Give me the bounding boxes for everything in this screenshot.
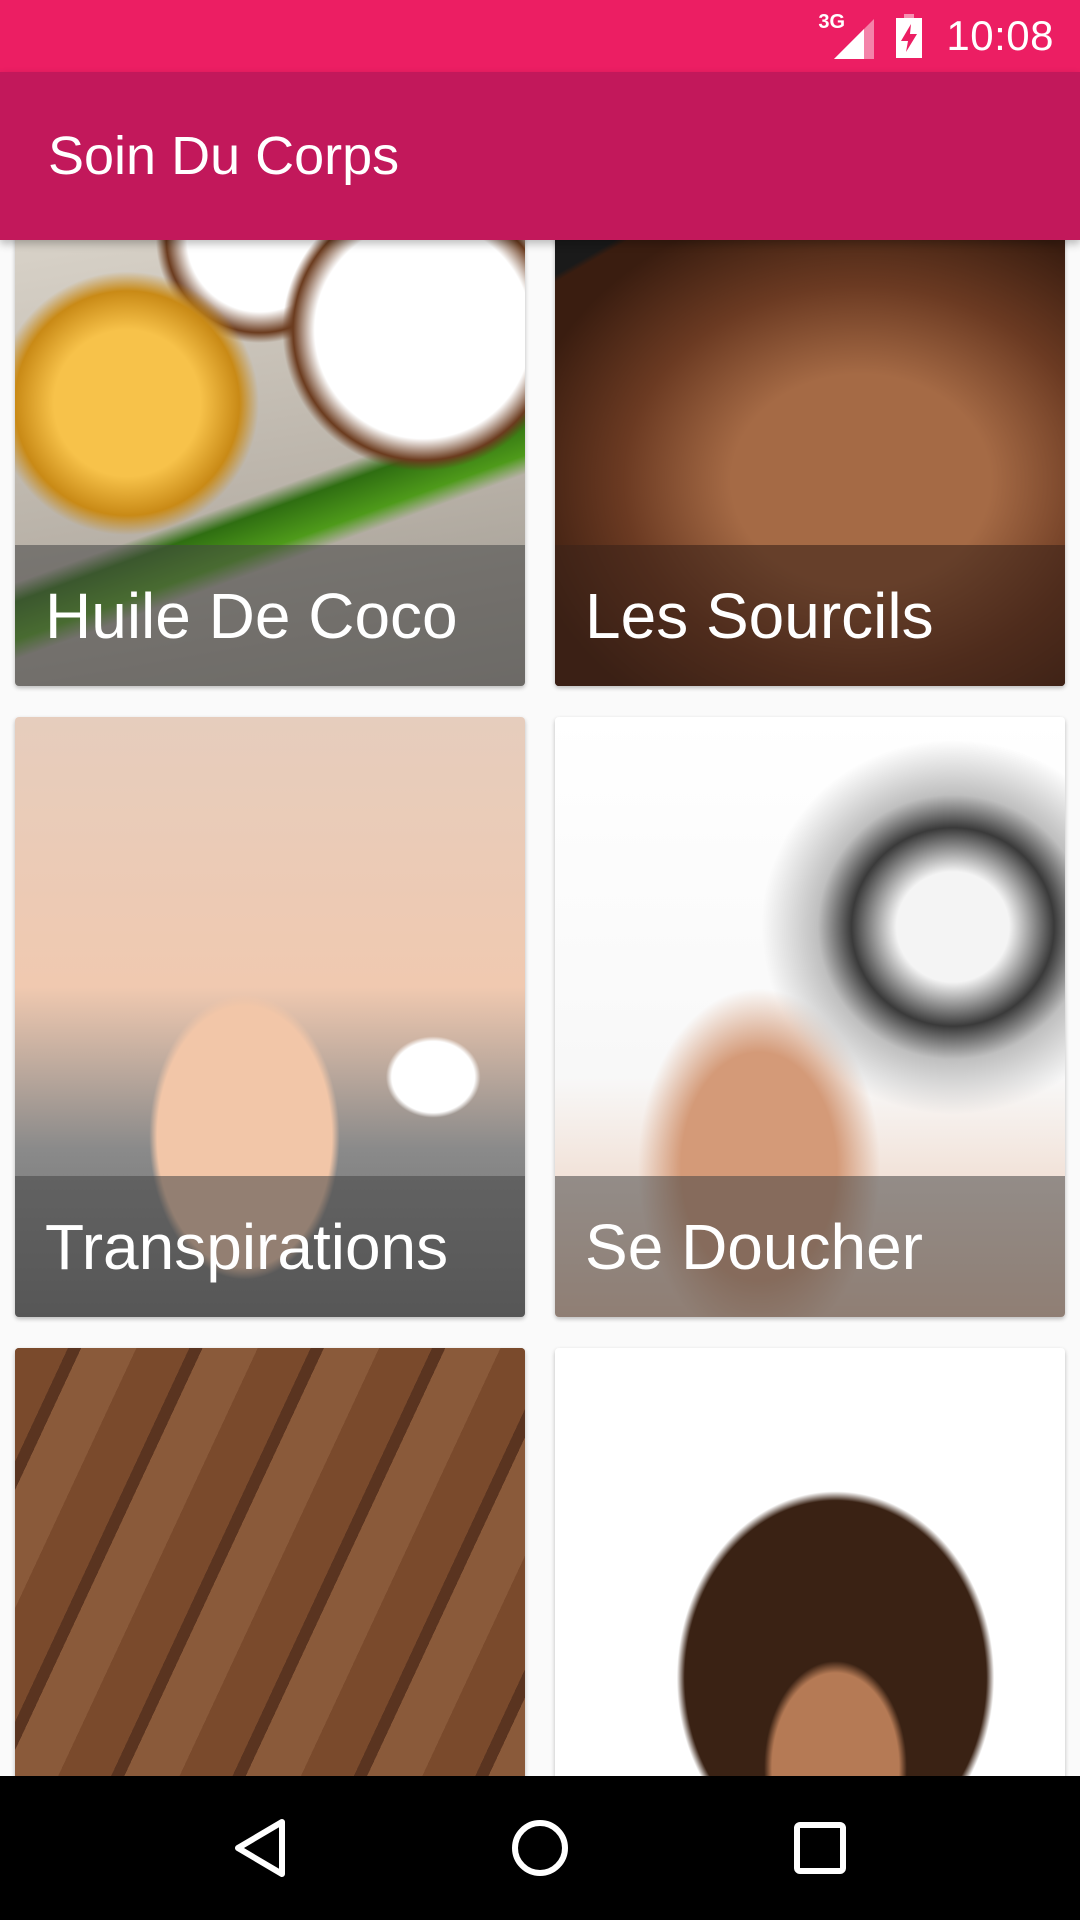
app-title: Soin Du Corps — [48, 126, 400, 186]
navigation-bar — [0, 1776, 1080, 1920]
caption-band: Les Sourcils — [555, 545, 1065, 686]
clock: 10:08 — [946, 12, 1054, 59]
category-card-hair[interactable] — [555, 1348, 1065, 1776]
caption-band: Transpirations — [15, 1176, 525, 1317]
category-label: Huile De Coco — [45, 579, 458, 652]
category-card-huile-de-coco[interactable]: Huile De Coco — [15, 240, 525, 686]
battery-charging-icon — [896, 14, 923, 58]
home-button[interactable] — [492, 1800, 588, 1896]
signal-indicator: 3G — [818, 11, 875, 59]
caption-band: Huile De Coco — [15, 545, 525, 686]
hands-image — [15, 1348, 525, 1776]
recents-button[interactable] — [772, 1800, 868, 1896]
status-bar: 3G 10:08 — [0, 0, 1080, 72]
category-card-se-doucher[interactable]: Se Doucher — [555, 717, 1065, 1317]
signal-icon — [834, 19, 875, 59]
category-grid: Huile De Coco Les Sourcils Transpiration… — [0, 240, 1080, 1776]
app-bar: Soin Du Corps — [0, 72, 1080, 240]
home-icon — [512, 1820, 568, 1876]
back-icon — [235, 1819, 285, 1877]
recents-icon — [794, 1822, 846, 1874]
category-label: Transpirations — [45, 1210, 449, 1283]
category-card-transpirations[interactable]: Transpirations — [15, 717, 525, 1317]
hair-image — [555, 1348, 1065, 1776]
category-card-hands[interactable] — [15, 1348, 525, 1776]
screen: 3G 10:08 Soin Du Corps Huile De Coco Les… — [0, 0, 1080, 1920]
caption-band: Se Doucher — [555, 1176, 1065, 1317]
category-label: Se Doucher — [585, 1210, 923, 1283]
back-button[interactable] — [212, 1800, 308, 1896]
category-card-les-sourcils[interactable]: Les Sourcils — [555, 240, 1065, 686]
category-label: Les Sourcils — [585, 579, 934, 652]
